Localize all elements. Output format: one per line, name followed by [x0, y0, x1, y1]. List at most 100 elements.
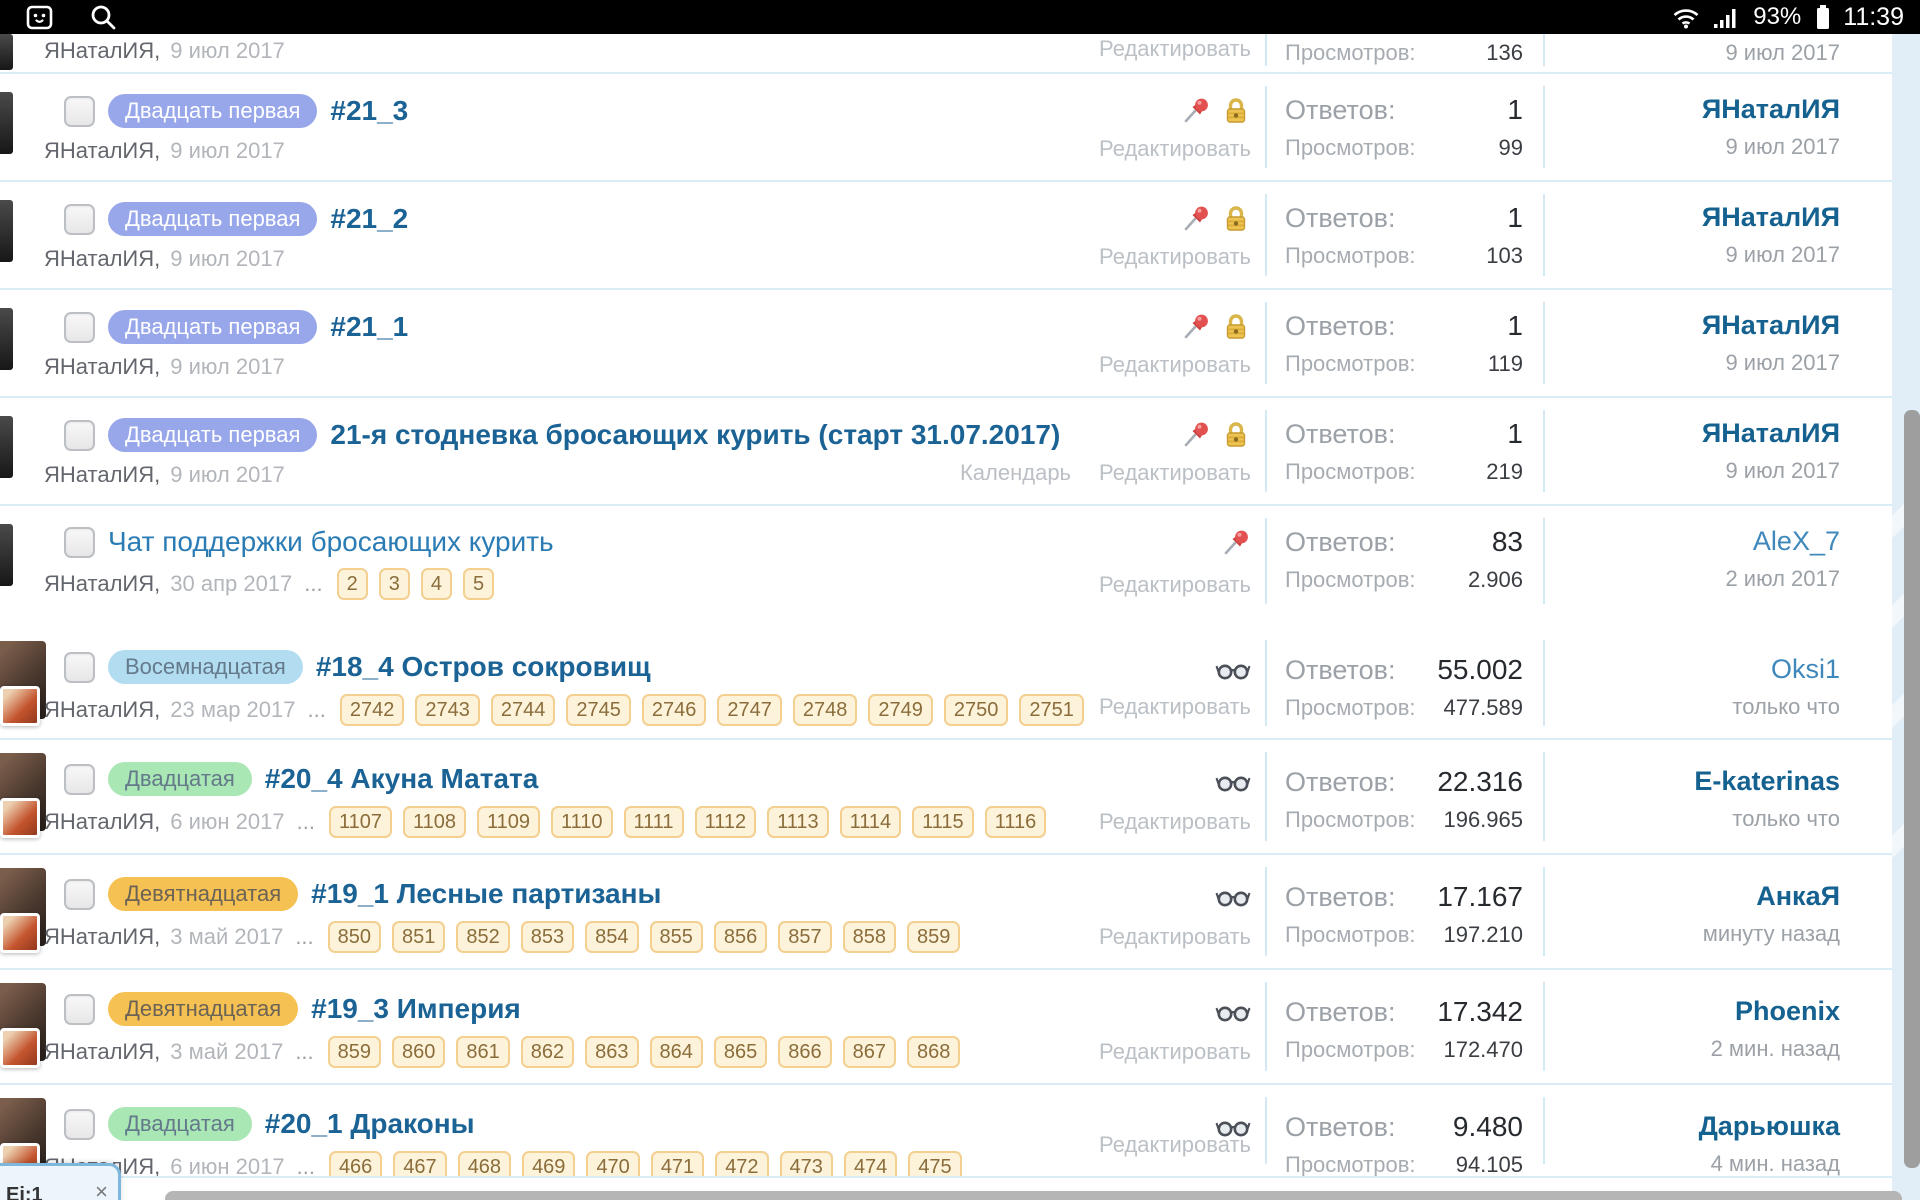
page-button[interactable]: 861 — [456, 1036, 509, 1068]
page-button[interactable]: 474 — [844, 1151, 897, 1178]
thread-select-checkbox[interactable] — [64, 96, 95, 127]
thread-select-checkbox[interactable] — [64, 764, 95, 795]
page-button[interactable]: 868 — [907, 1036, 960, 1068]
thread-prefix-badge[interactable]: Двадцать первая — [108, 418, 317, 452]
page-button[interactable]: 863 — [585, 1036, 638, 1068]
page-button[interactable]: 855 — [650, 921, 703, 953]
page-button[interactable]: 862 — [521, 1036, 574, 1068]
page-button[interactable]: 1114 — [840, 806, 902, 838]
last-poster-link[interactable]: AleX_7 — [1545, 526, 1840, 557]
page-button[interactable]: 2748 — [793, 694, 858, 726]
edit-link[interactable]: Редактировать — [1099, 572, 1251, 598]
edit-link[interactable]: Редактировать — [1099, 809, 1251, 835]
page-button[interactable]: 471 — [651, 1151, 704, 1178]
last-poster-link[interactable]: Phoenix — [1545, 996, 1840, 1027]
page-button[interactable]: 858 — [843, 921, 896, 953]
search-icon[interactable] — [89, 3, 117, 31]
last-poster-link[interactable]: АнкаЯ — [1545, 881, 1840, 912]
thread-select-checkbox[interactable] — [64, 1109, 95, 1140]
thread-author-link[interactable]: ЯНаталИЯ, — [44, 138, 160, 164]
page-button[interactable]: 2742 — [340, 694, 405, 726]
page-button[interactable]: 1112 — [695, 806, 757, 838]
thread-select-checkbox[interactable] — [64, 312, 95, 343]
edit-link[interactable]: Редактировать — [1099, 1132, 1251, 1158]
last-poster-link[interactable]: ЯНаталИЯ — [1545, 202, 1840, 233]
page-button[interactable]: 1115 — [912, 806, 974, 838]
page-button[interactable]: 2751 — [1019, 694, 1084, 726]
page-button[interactable]: 860 — [392, 1036, 445, 1068]
thread-author-link[interactable]: ЯНаталИЯ, — [44, 571, 160, 597]
page-button[interactable]: 475 — [908, 1151, 961, 1178]
thread-prefix-badge[interactable]: Двадцать первая — [108, 202, 317, 236]
edit-link[interactable]: Редактировать — [1099, 924, 1251, 950]
page-button[interactable]: 470 — [586, 1151, 639, 1178]
page-button[interactable]: 856 — [714, 921, 767, 953]
page-button[interactable]: 1111 — [624, 806, 684, 838]
thread-prefix-badge[interactable]: Девятнадцатая — [108, 992, 298, 1026]
page-button[interactable]: 2743 — [415, 694, 480, 726]
thread-prefix-badge[interactable]: Двадцать первая — [108, 94, 317, 128]
page-button[interactable]: 2750 — [944, 694, 1009, 726]
last-poster-link[interactable]: ЯНаталИЯ — [1545, 94, 1840, 125]
last-poster-link[interactable]: E-katerinas — [1545, 766, 1840, 797]
thread-title-link[interactable]: Чат поддержки бросающих курить — [108, 526, 554, 558]
page-button[interactable]: 852 — [456, 921, 509, 953]
edit-link[interactable]: Редактировать — [1099, 352, 1251, 378]
page-button[interactable]: 3 — [379, 568, 410, 600]
page-button[interactable]: 468 — [458, 1151, 511, 1178]
page-button[interactable]: 2749 — [868, 694, 933, 726]
page-button[interactable]: 1108 — [403, 806, 466, 838]
thread-author-link[interactable]: ЯНаталИЯ, — [44, 809, 160, 835]
page-button[interactable]: 866 — [778, 1036, 831, 1068]
page-button[interactable]: 857 — [778, 921, 831, 953]
edit-link[interactable]: Редактировать — [1099, 460, 1251, 486]
page-button[interactable]: 2 — [337, 568, 368, 600]
thread-title-link[interactable]: #21_2 — [330, 203, 408, 235]
last-poster-link[interactable]: Дарьюшка — [1545, 1111, 1840, 1142]
page-button[interactable]: 1116 — [985, 806, 1047, 838]
thread-author-link[interactable]: ЯНаталИЯ, — [44, 697, 160, 723]
thread-select-checkbox[interactable] — [64, 420, 95, 451]
thread-author-link[interactable]: ЯНаталИЯ, — [44, 462, 160, 488]
page-button[interactable]: 469 — [522, 1151, 575, 1178]
thread-author-link[interactable]: ЯНаталИЯ, — [44, 924, 160, 950]
thread-author-link[interactable]: ЯНаталИЯ, — [44, 354, 160, 380]
page-button[interactable]: 865 — [714, 1036, 767, 1068]
thread-author-link[interactable]: ЯНаталИЯ, — [44, 1039, 160, 1065]
thread-prefix-badge[interactable]: Девятнадцатая — [108, 877, 298, 911]
page-button[interactable]: 1110 — [551, 806, 613, 838]
horizontal-scrollbar[interactable] — [165, 1191, 1902, 1200]
page-button[interactable]: 867 — [843, 1036, 896, 1068]
last-poster-link[interactable]: ЯНаталИЯ — [1545, 418, 1840, 449]
page-button[interactable]: 851 — [392, 921, 445, 953]
thread-select-checkbox[interactable] — [64, 204, 95, 235]
page-button[interactable]: 864 — [650, 1036, 703, 1068]
page-button[interactable]: 2745 — [566, 694, 631, 726]
thread-title-link[interactable]: #19_1 Лесные партизаны — [311, 878, 661, 910]
calendar-link[interactable]: Календарь — [960, 460, 1071, 486]
thread-title-link[interactable]: #20_1 Драконы — [265, 1108, 475, 1140]
edit-link[interactable]: Редактировать — [1099, 694, 1251, 720]
page-button[interactable]: 472 — [715, 1151, 768, 1178]
edit-link[interactable]: Редактировать — [1099, 1039, 1251, 1065]
close-icon[interactable]: × — [95, 1181, 108, 1200]
thread-select-checkbox[interactable] — [64, 879, 95, 910]
thread-title-link[interactable]: #20_4 Акуна Матата — [265, 763, 539, 795]
vertical-scrollbar[interactable] — [1904, 410, 1920, 1168]
edit-link[interactable]: Редактировать — [1099, 36, 1251, 62]
page-button[interactable]: 466 — [329, 1151, 382, 1178]
thread-title-link[interactable]: #21_3 — [330, 95, 408, 127]
thread-author-link[interactable]: ЯНаталИЯ, — [44, 38, 160, 64]
thread-prefix-badge[interactable]: Двадцать первая — [108, 310, 317, 344]
page-button[interactable]: 473 — [780, 1151, 833, 1178]
thread-title-link[interactable]: #19_3 Империя — [311, 993, 521, 1025]
edit-link[interactable]: Редактировать — [1099, 244, 1251, 270]
thread-title-link[interactable]: #18_4 Остров сокровищ — [316, 651, 651, 683]
page-button[interactable]: 850 — [328, 921, 381, 953]
last-poster-link[interactable]: Oksi1 — [1545, 654, 1840, 685]
thread-title-link[interactable]: #21_1 — [330, 311, 408, 343]
thread-title-link[interactable]: 21-я стодневка бросающих курить (старт 3… — [330, 419, 1060, 451]
page-button[interactable]: 1107 — [329, 806, 392, 838]
page-button[interactable]: 4 — [421, 568, 452, 600]
page-button[interactable]: 5 — [463, 568, 494, 600]
